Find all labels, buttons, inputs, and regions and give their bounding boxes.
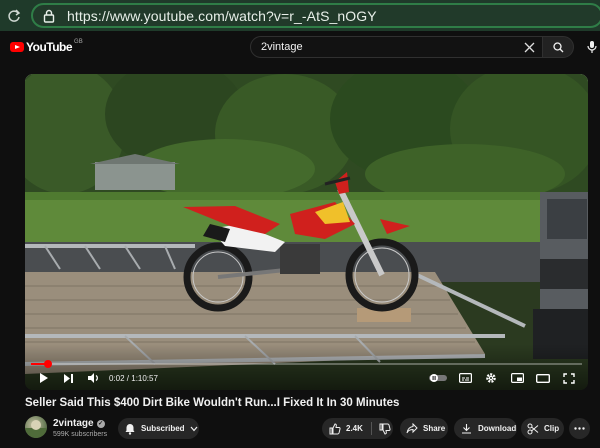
more-actions-button[interactable] (569, 418, 590, 439)
subscribed-button[interactable]: Subscribed (118, 418, 199, 439)
clip-button[interactable]: Clip (521, 418, 564, 439)
url-text: https://www.youtube.com/watch?v=r_-AtS_n… (67, 7, 377, 24)
download-label: Download (478, 424, 517, 433)
avatar[interactable] (25, 416, 47, 438)
clip-label: Clip (544, 424, 560, 433)
play-icon[interactable] (37, 370, 51, 386)
like-dislike-group: 2.4K (322, 418, 393, 439)
dislike-button[interactable] (372, 418, 391, 439)
autoplay-toggle[interactable] (427, 370, 449, 386)
region-code: GB (74, 39, 83, 45)
scrubber-handle[interactable] (43, 360, 52, 368)
download-icon (462, 424, 471, 434)
close-icon[interactable] (516, 37, 542, 57)
time-text: 0:02 / 1:10:57 (109, 373, 158, 383)
search-input[interactable]: 2vintage (250, 36, 543, 58)
microphone-icon[interactable] (584, 39, 600, 55)
scissors-icon (527, 423, 539, 434)
refresh-icon[interactable] (0, 0, 28, 31)
theater-icon[interactable] (535, 370, 551, 386)
browser-address-bar: https://www.youtube.com/watch?v=r_-AtS_n… (0, 0, 600, 31)
share-button[interactable]: Share (400, 418, 448, 439)
verified-icon: ✓ (96, 419, 105, 428)
like-count: 2.4K (346, 424, 363, 433)
video-title: Seller Said This $400 Dirt Bike Wouldn't… (25, 397, 400, 409)
bell-icon (125, 423, 135, 435)
youtube-logo[interactable]: YouTube GB (10, 39, 83, 54)
video-frame (25, 74, 588, 374)
subscriber-count: 599K subscribers (53, 431, 108, 438)
like-button[interactable]: 2.4K (322, 418, 372, 439)
share-icon (406, 423, 418, 434)
search-button[interactable] (542, 36, 574, 58)
thumbs-down-icon (379, 423, 391, 435)
youtube-logo-icon (10, 42, 24, 52)
time-display: 0:02 / 1:10:57 (109, 370, 158, 386)
subscribed-label: Subscribed (141, 424, 185, 433)
thumbs-up-icon (329, 422, 341, 434)
search-query: 2vintage (261, 41, 303, 53)
video-player[interactable]: 0:02 / 1:10:57 (25, 74, 588, 390)
channel-name[interactable]: 2vintage ✓ (53, 418, 105, 429)
download-button[interactable]: Download (454, 418, 517, 439)
channel-name-text: 2vintage (53, 418, 94, 429)
share-label: Share (423, 424, 446, 433)
fullscreen-icon[interactable] (561, 370, 577, 386)
next-icon[interactable] (61, 370, 75, 386)
url-field[interactable]: https://www.youtube.com/watch?v=r_-AtS_n… (31, 3, 600, 28)
lock-icon[interactable] (41, 8, 57, 24)
settings-icon[interactable] (483, 370, 499, 386)
volume-icon[interactable] (85, 370, 101, 386)
more-horizontal-icon (574, 427, 585, 430)
youtube-logo-text: YouTube (26, 40, 73, 54)
chevron-down-icon (190, 426, 198, 431)
progress-bar[interactable] (31, 363, 582, 365)
miniplayer-icon[interactable] (509, 370, 525, 386)
search-icon (552, 41, 563, 52)
subtitles-icon[interactable] (457, 370, 473, 386)
